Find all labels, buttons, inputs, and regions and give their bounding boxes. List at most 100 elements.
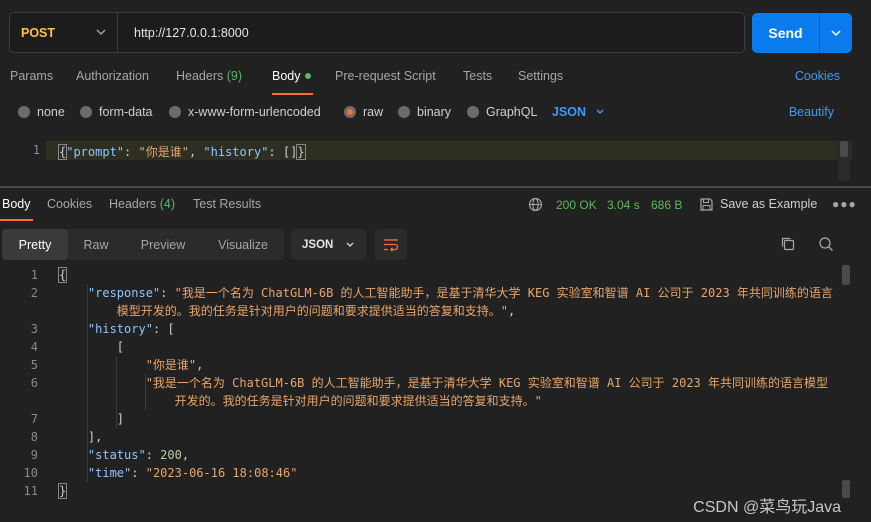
response-body-viewer[interactable]: { "response": "我是一个名为 ChatGLM-6B 的人工智能助手…	[57, 266, 834, 500]
format-tab-pretty[interactable]: Pretty	[2, 229, 68, 260]
tab-authorization[interactable]: Authorization	[76, 69, 149, 83]
line-number: 4	[30, 340, 38, 354]
url-input[interactable]: http://127.0.0.1:8000	[134, 13, 249, 52]
response-scrollbar[interactable]	[842, 265, 850, 285]
request-body-editor[interactable]: {"prompt": "你是谁", "history": []}	[57, 143, 306, 160]
editor-scrollbar[interactable]	[840, 141, 848, 157]
indent-guide	[145, 374, 146, 410]
radio-urlencoded-label: x-www-form-urlencoded	[188, 105, 321, 119]
send-button[interactable]: Send	[752, 13, 852, 53]
format-tab-preview[interactable]: Preview	[126, 229, 200, 260]
history-key: "history"	[203, 145, 269, 159]
history-key: "history"	[87, 322, 153, 336]
watermark: CSDN @菜鸟玩Java	[693, 499, 841, 516]
code-line: 模型开发的。我的任务是针对用户的问题和要求提供适当的答复和支持。",	[116, 304, 516, 318]
code-line: "time": "2023-06-16 18:08:46"	[87, 466, 298, 480]
indent-guide	[87, 284, 88, 482]
status-key: "status"	[87, 448, 146, 462]
search-icon[interactable]	[818, 236, 834, 252]
tab-body[interactable]: Body	[272, 69, 311, 83]
radio-dot	[398, 106, 410, 118]
body-format-select[interactable]: JSON	[552, 105, 605, 119]
line-number: 3	[30, 322, 38, 336]
radio-dot	[80, 106, 92, 118]
code-line: "history": [	[87, 322, 175, 336]
code-line: ],	[59, 430, 103, 444]
code-line: {	[57, 266, 834, 284]
save-as-example-button[interactable]: Save as Example	[720, 197, 817, 211]
tab-tests[interactable]: Tests	[463, 69, 492, 83]
response-format-select[interactable]: JSON	[291, 229, 366, 260]
radio-raw[interactable]: raw	[344, 105, 383, 119]
active-tab-underline	[0, 219, 33, 221]
send-label: Send	[768, 25, 803, 41]
line-number: 1	[32, 143, 40, 157]
response-time[interactable]: 3.04 s	[607, 198, 640, 212]
prompt-value: "你是谁"	[138, 145, 189, 159]
line-number: 7	[30, 412, 38, 426]
radio-form-data-label: form-data	[99, 105, 153, 119]
response-value-wrap: 模型开发的。我的任务是针对用户的问题和要求提供适当的答复和支持。"	[116, 304, 509, 318]
more-options-icon[interactable]: ●●●	[832, 197, 857, 211]
line-number: 1	[30, 268, 38, 282]
beautify-link[interactable]: Beautify	[789, 105, 834, 119]
resp-tab-body[interactable]: Body	[2, 197, 31, 211]
radio-none[interactable]: none	[18, 105, 65, 119]
response-format-label: JSON	[302, 238, 334, 251]
resp-tab-headers[interactable]: Headers (4)	[109, 197, 175, 211]
tab-body-label: Body	[272, 69, 301, 83]
history-answer-wrap: 开发的。我的任务是针对用户的问题和要求提供适当的答复和支持。"	[174, 394, 542, 408]
format-tab-visualize[interactable]: Visualize	[202, 229, 284, 260]
radio-none-label: none	[37, 105, 65, 119]
resp-tab-headers-label: Headers	[109, 197, 157, 211]
response-scrollbar-bottom[interactable]	[842, 480, 850, 498]
code-line: "我是一个名为 ChatGLM-6B 的人工智能助手，是基于清华大学 KEG 实…	[59, 374, 834, 392]
radio-dot	[18, 106, 30, 118]
radio-x-www-form-urlencoded[interactable]: x-www-form-urlencoded	[169, 105, 321, 119]
radio-dot	[467, 106, 479, 118]
comma: ,	[188, 145, 204, 159]
response-size[interactable]: 686 B	[651, 198, 682, 212]
line-number: 5	[30, 358, 38, 372]
response-key: "response"	[87, 286, 161, 300]
cookies-link[interactable]: Cookies	[795, 69, 840, 83]
globe-icon[interactable]	[528, 197, 543, 212]
radio-dot	[169, 106, 181, 118]
code-line: 开发的。我的任务是针对用户的问题和要求提供适当的答复和支持。"	[59, 392, 834, 410]
radio-form-data[interactable]: form-data	[80, 105, 153, 119]
tab-headers-count: (9)	[226, 69, 243, 83]
url-bar: POST http://127.0.0.1:8000	[9, 12, 745, 53]
send-options-button[interactable]	[820, 13, 852, 53]
tab-settings[interactable]: Settings	[518, 69, 563, 83]
tab-params[interactable]: Params	[10, 69, 53, 83]
radio-graphql-label: GraphQL	[486, 105, 538, 119]
code-line: "你是谁",	[145, 358, 204, 372]
code-line: ]	[59, 412, 125, 426]
resp-tab-headers-count: (4)	[159, 197, 176, 211]
line-number: 11	[23, 484, 38, 498]
line-number: 10	[23, 466, 38, 480]
wrap-lines-button[interactable]	[375, 229, 407, 260]
radio-graphql[interactable]: GraphQL	[467, 105, 537, 119]
wrap-lines-icon	[384, 238, 399, 252]
code-line: "status": 200,	[87, 448, 190, 462]
resp-tab-cookies[interactable]: Cookies	[47, 197, 92, 211]
tab-pre-request-script[interactable]: Pre-request Script	[335, 69, 436, 83]
time-key: "time"	[87, 466, 132, 480]
pane-divider[interactable]	[0, 186, 871, 188]
save-icon	[700, 198, 713, 211]
body-format-label: JSON	[552, 105, 587, 119]
copy-icon[interactable]	[780, 236, 796, 252]
radio-binary[interactable]: binary	[398, 105, 451, 119]
status-value: 200	[160, 448, 182, 462]
prompt-key: "prompt"	[66, 145, 125, 159]
format-tab-raw[interactable]: Raw	[68, 229, 124, 260]
chevron-down-icon	[96, 29, 106, 35]
status-code[interactable]: 200 OK	[556, 198, 597, 212]
code-line: "response": "我是一个名为 ChatGLM-6B 的人工智能助手，是…	[87, 286, 833, 300]
tab-headers[interactable]: Headers (9)	[176, 69, 242, 83]
method-select[interactable]: POST	[10, 13, 118, 52]
resp-tab-test-results[interactable]: Test Results	[193, 197, 261, 211]
radio-binary-label: binary	[417, 105, 452, 119]
history-value: : []	[268, 145, 298, 159]
